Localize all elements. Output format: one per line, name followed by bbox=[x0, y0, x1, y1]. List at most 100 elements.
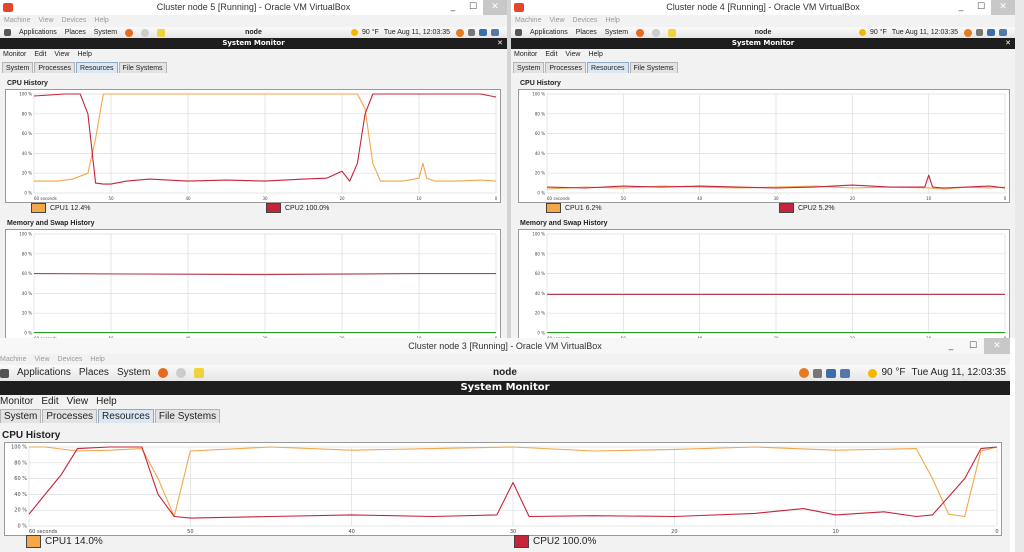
y-tick-label: 100 % bbox=[11, 445, 27, 451]
cpu1-label: CPU1 6.2% bbox=[565, 204, 602, 212]
clock[interactable]: Tue Aug 11, 12:03:35 bbox=[384, 27, 450, 38]
cpu2-swatch[interactable] bbox=[266, 203, 281, 213]
network-icon[interactable] bbox=[826, 368, 837, 378]
cpu1-swatch[interactable] bbox=[26, 535, 41, 548]
close-button[interactable]: ✕ bbox=[483, 0, 507, 15]
weather-text[interactable]: 90 °F bbox=[870, 27, 887, 38]
y-tick-label: 20 % bbox=[14, 508, 27, 514]
vbox-menu-view[interactable]: View bbox=[34, 356, 49, 363]
menu-help[interactable]: Help bbox=[77, 51, 91, 58]
vbox-menu-machine[interactable]: Machine bbox=[4, 17, 30, 24]
display-icon[interactable] bbox=[491, 29, 499, 36]
y-tick-label: 0 % bbox=[17, 524, 27, 530]
tab-resources[interactable]: Resources bbox=[587, 62, 629, 73]
y-tick-label: 0 % bbox=[24, 191, 32, 196]
weather-text[interactable]: 90 °F bbox=[881, 365, 905, 381]
vbox-menu-help[interactable]: Help bbox=[605, 17, 619, 24]
menu-help[interactable]: Help bbox=[588, 51, 602, 58]
maximize-button[interactable]: ☐ bbox=[463, 0, 483, 15]
vm-window-node4: Cluster node 4 [Running] - Oracle VM Vir… bbox=[511, 0, 1015, 338]
tab-system[interactable]: System bbox=[0, 409, 42, 423]
window-titlebar[interactable]: Cluster node 4 [Running] - Oracle VM Vir… bbox=[511, 0, 1015, 15]
cpu1-label: CPU1 12.4% bbox=[50, 204, 91, 212]
tab-resources[interactable]: Resources bbox=[98, 409, 154, 423]
gear-icon[interactable] bbox=[456, 28, 464, 37]
vbox-menu-view[interactable]: View bbox=[38, 17, 53, 24]
menu-monitor[interactable]: Monitor bbox=[514, 51, 537, 58]
weather-text[interactable]: 90 °F bbox=[362, 27, 379, 38]
gear-icon[interactable] bbox=[799, 368, 810, 378]
tab-processes[interactable]: Processes bbox=[42, 409, 98, 423]
menu-edit[interactable]: Edit bbox=[545, 51, 557, 58]
window-titlebar[interactable]: Cluster node 5 [Running] - Oracle VM Vir… bbox=[0, 0, 507, 15]
menu-view[interactable]: View bbox=[565, 51, 580, 58]
y-tick-label: 80 % bbox=[535, 251, 545, 256]
close-button[interactable]: ✕ bbox=[984, 338, 1010, 354]
menu-help[interactable]: Help bbox=[96, 396, 117, 407]
maximize-button[interactable]: ☐ bbox=[971, 0, 991, 15]
x-tick-label: 50 bbox=[621, 196, 627, 201]
y-tick-label: 100 % bbox=[532, 232, 545, 237]
app-close-icon[interactable]: ✕ bbox=[1005, 38, 1011, 49]
x-tick-label: 30 bbox=[262, 196, 268, 201]
x-tick-label: 20 bbox=[671, 529, 677, 535]
vbox-menu-devices[interactable]: Devices bbox=[58, 356, 83, 363]
vbox-menu-devices[interactable]: Devices bbox=[62, 17, 87, 24]
tab-file-systems[interactable]: File Systems bbox=[154, 409, 221, 423]
window-titlebar[interactable]: Cluster node 3 [Running] - Oracle VM Vir… bbox=[0, 338, 1010, 354]
menu-view[interactable]: View bbox=[54, 51, 69, 58]
minimize-button[interactable]: _ bbox=[951, 0, 971, 15]
app-titlebar[interactable]: System Monitor bbox=[0, 381, 1010, 395]
app-titlebar[interactable]: System Monitor ✕ bbox=[511, 38, 1015, 49]
minimize-button[interactable]: _ bbox=[443, 0, 463, 15]
y-tick-label: 40 % bbox=[14, 492, 27, 498]
app-title: System Monitor bbox=[731, 39, 795, 47]
y-tick-label: 20 % bbox=[535, 171, 545, 176]
display-icon[interactable] bbox=[840, 368, 851, 378]
display-icon[interactable] bbox=[999, 29, 1007, 36]
volume-icon[interactable] bbox=[813, 368, 823, 378]
clock[interactable]: Tue Aug 11, 12:03:35 bbox=[911, 365, 1006, 381]
tab-resources[interactable]: Resources bbox=[76, 62, 118, 73]
vbox-menu-machine[interactable]: Machine bbox=[0, 356, 26, 363]
vbox-menu-machine[interactable]: Machine bbox=[515, 17, 541, 24]
cpu2-label: CPU2 100.0% bbox=[533, 536, 597, 547]
network-icon[interactable] bbox=[987, 29, 995, 36]
cpu2-swatch[interactable] bbox=[779, 203, 794, 213]
cpu-history-chart: 100 % 80 % 60 % 40 % 20 % 0 % 60 seconds 50 40 30… bbox=[5, 89, 501, 203]
network-icon[interactable] bbox=[479, 29, 487, 36]
cpu2-swatch[interactable] bbox=[514, 535, 529, 548]
menu-view[interactable]: View bbox=[67, 396, 89, 407]
clock[interactable]: Tue Aug 11, 12:03:35 bbox=[892, 27, 958, 38]
y-tick-label: 60 % bbox=[14, 476, 27, 482]
minimize-button[interactable]: _ bbox=[940, 338, 962, 354]
volume-icon[interactable] bbox=[468, 29, 475, 36]
tab-processes[interactable]: Processes bbox=[34, 62, 76, 73]
menu-monitor[interactable]: Monitor bbox=[0, 396, 33, 407]
tab-system[interactable]: System bbox=[2, 62, 34, 73]
app-titlebar[interactable]: System Monitor ✕ bbox=[0, 38, 507, 49]
vbox-menu-help[interactable]: Help bbox=[94, 17, 108, 24]
close-button[interactable]: ✕ bbox=[991, 0, 1015, 15]
tab-processes[interactable]: Processes bbox=[545, 62, 587, 73]
x-tick-label: 20 bbox=[339, 196, 345, 201]
cpu1-swatch[interactable] bbox=[31, 203, 46, 213]
tab-file-systems[interactable]: File Systems bbox=[629, 62, 678, 73]
menu-monitor[interactable]: Monitor bbox=[3, 51, 26, 58]
maximize-button[interactable]: ☐ bbox=[962, 338, 984, 354]
y-tick-label: 40 % bbox=[22, 151, 32, 156]
tab-file-systems[interactable]: File Systems bbox=[118, 62, 167, 73]
y-tick-label: 60 % bbox=[22, 131, 32, 136]
virtualbox-icon bbox=[3, 3, 13, 12]
volume-icon[interactable] bbox=[976, 29, 983, 36]
menu-edit[interactable]: Edit bbox=[41, 396, 58, 407]
gear-icon[interactable] bbox=[964, 28, 972, 37]
vbox-menu-devices[interactable]: Devices bbox=[573, 17, 598, 24]
tab-system[interactable]: System bbox=[513, 62, 545, 73]
menu-edit[interactable]: Edit bbox=[34, 51, 46, 58]
app-close-icon[interactable]: ✕ bbox=[497, 38, 503, 49]
y-tick-label: 100 % bbox=[19, 232, 32, 237]
vbox-menu-help[interactable]: Help bbox=[90, 356, 104, 363]
vbox-menu-view[interactable]: View bbox=[549, 17, 564, 24]
cpu1-swatch[interactable] bbox=[546, 203, 561, 213]
